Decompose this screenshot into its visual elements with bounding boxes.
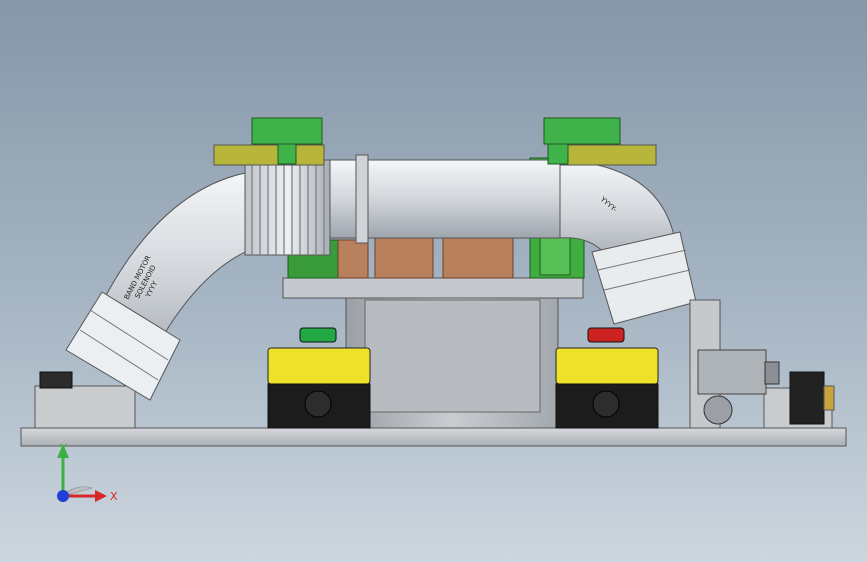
button-right-red[interactable] <box>587 327 625 343</box>
motor-roller <box>703 395 733 425</box>
switch-box-left-top <box>267 347 371 385</box>
button-left-green[interactable] <box>299 327 337 343</box>
clamp-right[interactable] <box>543 117 657 166</box>
right-connector <box>789 371 825 425</box>
clamp-left[interactable] <box>213 117 325 166</box>
base-plate <box>20 427 847 447</box>
orientation-triad: Y X <box>57 442 118 503</box>
motor-fitting <box>764 361 780 385</box>
clamp-right-head <box>543 117 621 145</box>
switch-box-right-knob <box>592 390 620 418</box>
z-axis-dot <box>57 490 69 502</box>
x-axis-arrow <box>95 490 107 502</box>
copper-block-2 <box>374 237 434 279</box>
pillar-face <box>364 299 541 413</box>
hose-flange <box>355 154 369 244</box>
switch-box-left-knob <box>304 390 332 418</box>
switch-box-right[interactable] <box>555 327 659 429</box>
clamp-left-head <box>251 117 323 145</box>
assembly-model[interactable]: BAND MOTOR SOLENOID YYYY YYYY- <box>0 0 867 562</box>
motor-body <box>697 349 767 395</box>
left-mount-block <box>34 385 136 429</box>
hose-bellows <box>244 159 331 256</box>
x-axis-label: X <box>110 490 118 503</box>
left-connector <box>39 371 73 389</box>
right-connector-tab <box>823 385 835 411</box>
cad-viewport[interactable]: BAND MOTOR SOLENOID YYYY YYYY- Y X <box>0 0 867 562</box>
clamp-right-wing <box>559 144 657 166</box>
bellows-body <box>244 159 331 256</box>
upper-platform <box>282 277 584 299</box>
clamp-right-stem <box>547 143 569 165</box>
clamp-left-wing <box>213 144 325 166</box>
switch-box-right-top <box>555 347 659 385</box>
clamp-left-stem <box>277 143 297 165</box>
copper-block-4 <box>337 239 369 279</box>
y-axis-label: Y <box>59 442 67 455</box>
